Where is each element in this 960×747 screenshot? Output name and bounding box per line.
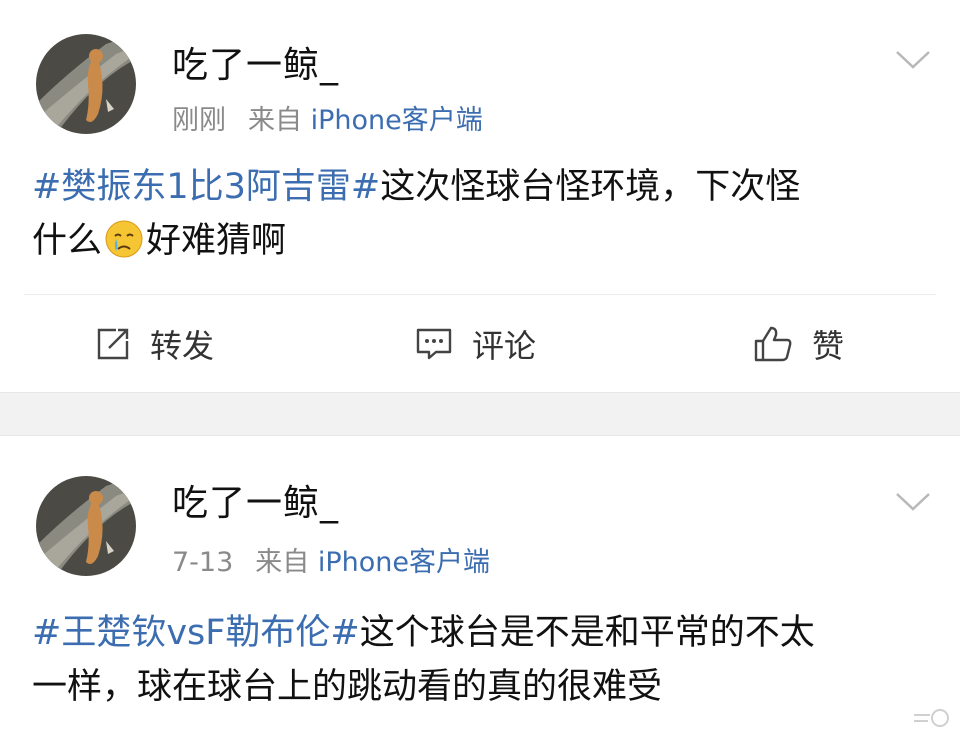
post-time: 刚刚 <box>172 105 226 136</box>
watermark-icon <box>914 709 949 727</box>
comment-button[interactable]: 评论 <box>414 316 536 372</box>
post-content: #王楚钦vsF勒布伦#这个球台是不是和平常的不太 一样，球在球台上的跳动看的真的… <box>32 606 932 714</box>
repost-label: 转发 <box>150 327 215 365</box>
feed-separator <box>0 392 960 436</box>
repost-button[interactable]: 转发 <box>94 316 214 372</box>
chevron-down-icon[interactable] <box>894 48 932 72</box>
user-avatar[interactable] <box>36 476 136 576</box>
like-icon <box>754 326 792 362</box>
post-time: 7-13 <box>172 547 234 578</box>
source-prefix: 来自 <box>255 547 310 578</box>
source-device[interactable]: iPhone客户端 <box>311 105 483 136</box>
username[interactable]: 吃了一鲸_ <box>172 474 339 526</box>
divider <box>24 294 936 295</box>
chevron-down-icon[interactable] <box>894 490 932 514</box>
content-text: 一样，球在球台上的跳动看的真的很难受 <box>32 667 663 707</box>
like-button[interactable]: 赞 <box>752 316 844 372</box>
content-text: 好难猜啊 <box>146 221 287 261</box>
content-text: 这次怪球台怪环境，下次怪 <box>380 167 801 207</box>
repost-icon <box>97 328 129 360</box>
post-content: #樊振东1比3阿吉雷#这次怪球台怪环境，下次怪 什么 好难猜啊 <box>32 160 932 268</box>
weibo-post-1[interactable]: 吃了一鲸_ 刚刚 来自 iPhone客户端 #樊振东1比3阿吉雷#这次怪球台怪环境… <box>0 0 960 392</box>
comment-icon <box>416 328 452 360</box>
post-meta: 刚刚 来自 iPhone客户端 <box>172 98 483 137</box>
hashtag-link[interactable]: #樊振东1比3阿吉雷# <box>32 167 380 207</box>
hashtag-link[interactable]: #王楚钦vsF勒布伦# <box>32 613 360 653</box>
like-label: 赞 <box>812 327 845 365</box>
content-text: 什么 <box>32 221 103 261</box>
post-meta: 7-13 来自 iPhone客户端 <box>172 540 490 579</box>
source-device[interactable]: iPhone客户端 <box>318 547 490 578</box>
content-text: 这个球台是不是和平常的不太 <box>359 613 815 653</box>
user-avatar[interactable] <box>36 34 136 134</box>
username[interactable]: 吃了一鲸_ <box>172 36 339 88</box>
crying-face-emoji <box>105 220 143 258</box>
source-prefix: 来自 <box>248 105 302 136</box>
action-bar: 转发 评论 赞 <box>0 316 960 372</box>
weibo-post-2[interactable]: 吃了一鲸_ 7-13 来自 iPhone客户端 #王楚钦vsF勒布伦#这个球台是不… <box>0 436 960 747</box>
comment-label: 评论 <box>472 327 537 365</box>
